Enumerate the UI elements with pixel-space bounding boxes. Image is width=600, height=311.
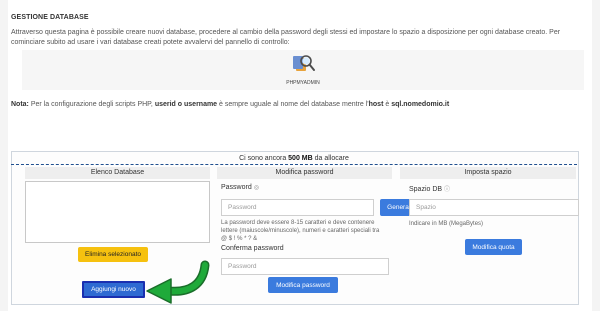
space-label: Spazio DB ⓘ [409, 184, 450, 193]
allocation-amount: 500 MB [288, 155, 313, 162]
space-label-text: Spazio DB [409, 186, 443, 193]
phpmyadmin-icon[interactable] [289, 52, 317, 74]
intro-text: Attraverso questa pagina è possibile cre… [11, 29, 561, 46]
allocation-suffix: da allocare [312, 155, 349, 162]
note-part: Per la configurazione degli scripts PHP, [28, 101, 155, 108]
info-icon[interactable]: ⓘ [444, 187, 450, 193]
password-label-text: Password [221, 184, 252, 191]
phpmyadmin-label[interactable]: PHPMYADMIN [271, 80, 335, 86]
password-help: La password deve essere 8-15 caratteri e… [221, 220, 380, 242]
database-list-header: Elenco Database [25, 167, 210, 179]
green-arrow-icon [146, 260, 210, 304]
note-bold-host: host [368, 101, 384, 108]
note-part: è sempre uguale al nome del database men… [217, 101, 369, 108]
modify-password-button[interactable]: Modifica password [268, 277, 338, 293]
password-input[interactable] [221, 199, 374, 216]
delete-selected-button[interactable]: Elimina selezionato [78, 247, 148, 262]
password-section-header: Modifica password [217, 167, 392, 179]
eye-icon[interactable]: ◎ [254, 185, 259, 191]
database-listbox[interactable] [25, 181, 210, 243]
confirm-password-label: Conferma password [221, 245, 284, 252]
space-section-header: Imposta spazio [400, 167, 576, 179]
password-label: Password ◎ [221, 184, 259, 191]
note-prefix: Nota: [11, 101, 29, 108]
page-title: GESTIONE DATABASE [11, 14, 89, 21]
note-bold-hostname: sql.nomedomio.it [391, 101, 450, 108]
modify-quota-button[interactable]: Modifica quota [465, 239, 522, 255]
note-bold-userid: userid o username [154, 101, 218, 108]
add-new-button[interactable]: Aggiungi nuovo [82, 281, 145, 298]
note-text: Nota: Per la configurazione degli script… [11, 101, 449, 108]
allocation-prefix: Ci sono ancora [239, 155, 289, 162]
space-help: Indicare in MB (MegaBytes) [409, 221, 484, 227]
space-input[interactable] [409, 199, 579, 216]
confirm-password-input[interactable] [221, 258, 389, 275]
allocation-status: Ci sono ancora 500 MB da allocare [11, 153, 577, 165]
